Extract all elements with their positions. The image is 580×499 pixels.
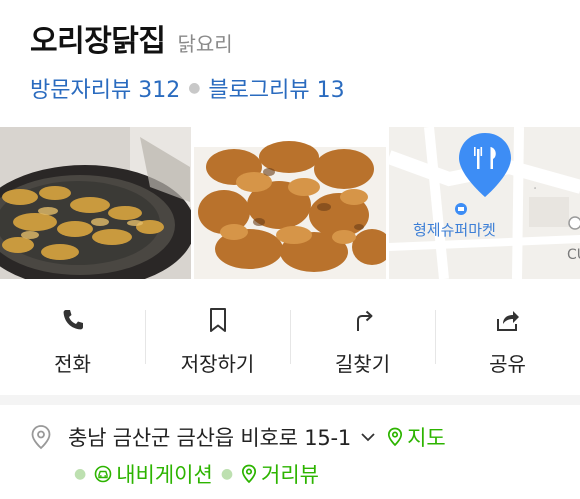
map-place-label: 형제슈퍼마켓	[413, 221, 496, 239]
photo-strip: 형제슈퍼마켓 CU ·	[0, 127, 580, 279]
address-sub-links: ● 내비게이션 ● 거리뷰	[66, 459, 319, 489]
directions-label: 길찾기	[334, 352, 391, 376]
review-links: 방문자리뷰 312 ● 블로그리뷰 13	[30, 72, 345, 104]
share-label: 공유	[489, 352, 526, 376]
directions-button[interactable]: 길찾기	[290, 296, 435, 378]
place-category: 닭요리	[177, 32, 233, 56]
section-divider	[0, 395, 580, 405]
separator-dot: ●	[74, 466, 87, 482]
navigation-link-label: 내비게이션	[116, 463, 213, 487]
map-pin-icon	[388, 427, 403, 447]
share-button[interactable]: 공유	[435, 296, 580, 378]
fryer-photo[interactable]	[0, 127, 191, 279]
visitor-reviews-link[interactable]: 방문자리뷰 312	[30, 72, 180, 104]
address-text: 충남 금산군 금산읍 비호로 15-1	[68, 426, 352, 450]
blog-reviews-link[interactable]: 블로그리뷰 13	[208, 72, 344, 104]
street-view-link[interactable]: 거리뷰	[241, 459, 319, 489]
map-link-label: 지도	[407, 426, 446, 450]
directions-icon	[356, 310, 372, 331]
map-side-text: CU	[567, 247, 580, 263]
save-button[interactable]: 저장하기	[145, 296, 290, 378]
separator-dot: ●	[188, 80, 201, 96]
fried-chicken-photo[interactable]	[194, 127, 386, 279]
bookmark-icon	[209, 308, 226, 332]
action-bar: 전화 저장하기 길찾기 공유	[0, 296, 580, 378]
share-icon	[496, 311, 519, 331]
map-link[interactable]: 지도	[387, 422, 446, 452]
street-view-link-label: 거리뷰	[261, 463, 320, 487]
location-pin-icon	[31, 425, 51, 450]
separator-dot: ●	[220, 466, 234, 482]
call-label: 전화	[54, 352, 91, 376]
chevron-down-icon[interactable]	[359, 428, 377, 446]
street-view-pin-icon	[241, 464, 257, 484]
navigation-link[interactable]: 내비게이션	[94, 459, 213, 489]
map-thumbnail[interactable]: 형제슈퍼마켓 CU ·	[389, 127, 580, 279]
car-icon	[94, 465, 112, 483]
place-header: 오리장닭집 닭요리 방문자리뷰 312 ● 블로그리뷰 13	[30, 16, 570, 126]
place-name: 오리장닭집	[30, 24, 166, 59]
call-button[interactable]: 전화	[0, 296, 145, 378]
save-label: 저장하기	[180, 352, 255, 376]
phone-icon	[63, 310, 83, 330]
address-row: 충남 금산군 금산읍 비호로 15-1 지도	[30, 422, 446, 452]
